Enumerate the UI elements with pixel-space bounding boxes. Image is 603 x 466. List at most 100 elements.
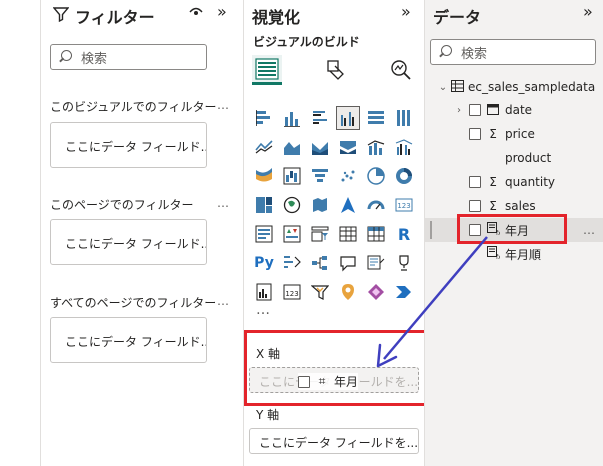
data-title: データ <box>433 8 482 27</box>
y-axis-drop-well[interactable]: ここにデータ フィールドを... <box>249 428 419 454</box>
python-visual-icon[interactable]: Py <box>252 251 276 275</box>
visualizations-pane: 視覚化 » ビジュアルのビルド 123 R Py 123 … X 軸 ここにデー… <box>243 0 436 466</box>
highlight-x-axis-box <box>244 330 436 406</box>
collapse-viz-icon[interactable]: » <box>401 2 411 21</box>
filter-well-visual[interactable]: ここにデータ フィールド... <box>50 122 207 168</box>
area-chart-icon[interactable] <box>280 135 304 159</box>
field-checkbox[interactable] <box>469 128 481 140</box>
line-and-stacked-column-chart-icon[interactable] <box>364 135 388 159</box>
100-stacked-column-chart-icon[interactable] <box>392 106 416 130</box>
matrix-icon[interactable] <box>364 222 388 246</box>
kpi-icon[interactable] <box>280 222 304 246</box>
waterfall-chart-icon[interactable] <box>252 164 276 188</box>
field-label: 年月順 <box>505 247 542 262</box>
tab-format-visual[interactable] <box>320 55 350 85</box>
stacked-bar-chart-icon[interactable] <box>252 106 276 130</box>
azure-map-icon[interactable] <box>336 193 360 217</box>
multi-row-card-icon[interactable] <box>252 222 276 246</box>
funnel-chart-icon[interactable] <box>308 164 332 188</box>
filters-search-input[interactable]: 検索 <box>50 44 207 70</box>
field-checkbox[interactable] <box>469 200 481 212</box>
smart-narrative-icon[interactable] <box>364 251 388 275</box>
data-search-placeholder: 検索 <box>461 46 488 62</box>
tab-analytics[interactable] <box>386 55 416 85</box>
filter-section-all-label: すべてのページでのフィルター <box>50 296 217 310</box>
filter-section-page-more[interactable]: … <box>217 196 229 210</box>
field-label: product <box>505 151 552 165</box>
pie-chart-icon[interactable] <box>364 164 388 188</box>
ribbon-chart-icon[interactable] <box>336 135 360 159</box>
filter-section-visual-more[interactable]: … <box>217 98 229 112</box>
stacked-column-chart-icon[interactable] <box>280 106 304 130</box>
power-automate-flow-icon[interactable] <box>392 280 416 304</box>
key-influencers-icon[interactable] <box>280 251 304 275</box>
trophy-icon[interactable] <box>392 251 416 275</box>
calculated-field-icon: fx <box>485 246 502 262</box>
slicer-icon[interactable] <box>308 222 332 246</box>
line-chart-icon[interactable] <box>252 135 276 159</box>
filter-section-visual-label: このビジュアルでのフィルター <box>50 100 217 114</box>
r-visual-icon[interactable]: R <box>392 222 416 246</box>
data-pane: データ » 検索 ⌄ ec_sales_sampledata › date Σ … <box>424 0 603 466</box>
field-label: quantity <box>505 175 556 189</box>
sigma-icon: Σ <box>489 199 497 213</box>
table-row-ec-sales[interactable]: ⌄ ec_sales_sampledata <box>425 75 603 99</box>
chevron-down-icon: ⌄ <box>438 81 448 93</box>
field-checkbox[interactable] <box>469 176 481 188</box>
field-label: date <box>505 103 533 117</box>
field-row-nengetsu-jun[interactable]: fx 年月順 <box>425 242 603 266</box>
scatter-chart-icon[interactable] <box>336 164 360 188</box>
clustered-bar-chart-icon[interactable] <box>308 106 332 130</box>
viz-build-subtitle: ビジュアルのビルド <box>253 35 360 49</box>
gauge-icon[interactable] <box>364 193 388 217</box>
arcgis-map-icon[interactable] <box>336 280 360 304</box>
filter-section-page-label: このページでのフィルター <box>50 198 194 212</box>
more-visuals-icon[interactable]: … <box>256 302 271 318</box>
filter-well-page[interactable]: ここにデータ フィールド... <box>50 219 207 265</box>
chevron-right-icon: › <box>457 104 461 116</box>
sigma-icon: Σ <box>489 175 497 189</box>
highlight-nengetsu-box <box>457 214 567 244</box>
filled-map-icon[interactable] <box>308 193 332 217</box>
clustered-column-chart-icon[interactable] <box>336 106 360 130</box>
drag-handle[interactable] <box>430 221 432 239</box>
filter-well-all[interactable]: ここにデータ フィールド... <box>50 317 207 363</box>
collapse-data-icon[interactable]: » <box>583 2 593 21</box>
qa-icon[interactable] <box>336 251 360 275</box>
filter-section-all-more[interactable]: … <box>217 294 229 308</box>
donut-chart-icon[interactable] <box>392 164 416 188</box>
data-search-input[interactable]: 検索 <box>430 39 596 65</box>
collapse-filters-icon[interactable]: » <box>217 2 227 21</box>
card-icon[interactable]: 123 <box>392 193 416 217</box>
field-row-quantity[interactable]: Σ quantity <box>425 170 603 194</box>
field-row-price[interactable]: Σ price <box>425 122 603 146</box>
power-apps-icon[interactable] <box>364 280 388 304</box>
search-icon <box>439 45 453 59</box>
field-checkbox[interactable] <box>469 104 481 116</box>
table-icon[interactable] <box>336 222 360 246</box>
table-icon <box>451 79 464 95</box>
tab-build-visual[interactable] <box>252 55 282 85</box>
field-row-date[interactable]: › date <box>425 98 603 122</box>
build-visual-icon <box>255 57 279 80</box>
paginated-report-icon[interactable] <box>252 280 276 304</box>
card-new-icon[interactable]: 123 <box>280 280 304 304</box>
field-more-options[interactable]: … <box>583 223 595 237</box>
visual-type-grid: 123 R Py 123 <box>252 106 416 304</box>
treemap-icon[interactable] <box>252 193 276 217</box>
filters-pane: フィルター » 検索 このビジュアルでのフィルター … ここにデータ フィールド… <box>0 0 243 466</box>
line-and-clustered-column-chart-icon[interactable] <box>392 135 416 159</box>
power-automate-icon[interactable] <box>308 280 332 304</box>
viz-title: 視覚化 <box>252 8 301 27</box>
decomposition-tree-icon[interactable] <box>308 251 332 275</box>
stacked-area-chart-icon[interactable] <box>308 135 332 159</box>
map-icon[interactable] <box>280 193 304 217</box>
analytics-magnifier-icon <box>391 60 411 80</box>
filters-pane-inner: フィルター » 検索 このビジュアルでのフィルター … ここにデータ フィールド… <box>41 0 243 466</box>
100-stacked-bar-chart-icon[interactable] <box>364 106 388 130</box>
eye-icon[interactable] <box>189 6 203 22</box>
field-row-product[interactable]: product <box>425 146 603 170</box>
scatter-waterfall-icon[interactable] <box>280 164 304 188</box>
svg-text:fx: fx <box>496 254 500 259</box>
filter-funnel-icon <box>52 6 70 26</box>
